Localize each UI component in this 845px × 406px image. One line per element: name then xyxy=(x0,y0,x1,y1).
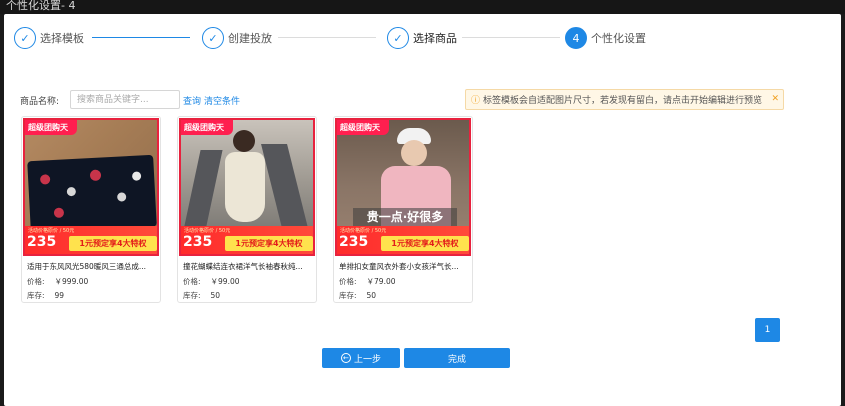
promo-price: 235 xyxy=(339,234,369,250)
product-stock: 库存: 99 xyxy=(27,291,65,300)
slogan-text: 贵一点·好很多 xyxy=(353,208,457,226)
step-create-delivery[interactable]: ✓ 创建投放 xyxy=(202,27,272,49)
check-icon: ✓ xyxy=(202,27,224,49)
clear-filter-link[interactable]: 清空条件 xyxy=(204,94,240,107)
wallet-shape xyxy=(27,154,157,234)
product-image: 超级团购天 贵一点·好很多 活动价格原价 / 50元 235 1元预定享4大特权 xyxy=(335,118,471,256)
step-label: 创建投放 xyxy=(228,32,272,45)
check-icon: ✓ xyxy=(14,27,36,49)
step-connector xyxy=(462,37,560,38)
product-stock: 库存: 50 xyxy=(339,291,377,300)
product-name-label: 商品名称: xyxy=(20,97,60,107)
promo-strip: 活动价格原价 / 50元 235 1元预定享4大特权 xyxy=(181,226,313,254)
product-title: 撞花蝴蝶结连衣裙洋气长袖春秋纯... xyxy=(183,262,303,271)
promo-tag: 1元预定享4大特权 xyxy=(69,236,157,251)
promo-badge: 超级团购天 xyxy=(181,120,233,135)
product-search-input[interactable] xyxy=(70,90,180,109)
product-stock: 库存: 50 xyxy=(183,291,221,300)
step-connector xyxy=(92,37,190,38)
product-image: 超级团购天 活动价格原价 / 50元 235 1元预定享4大特权 xyxy=(23,118,159,256)
page-number-button[interactable]: 1 xyxy=(755,318,780,342)
step-label: 选择商品 xyxy=(413,32,457,45)
product-card[interactable]: 超级团购天 贵一点·好很多 活动价格原价 / 50元 235 1元预定享4大特权… xyxy=(333,116,473,303)
promo-tag: 1元预定享4大特权 xyxy=(225,236,313,251)
step-connector xyxy=(278,37,376,38)
promo-strip: 活动价格原价 / 50元 235 1元预定享4大特权 xyxy=(337,226,469,254)
arrow-left-icon: ← xyxy=(340,353,351,363)
dress-shape xyxy=(225,152,265,222)
step-select-product[interactable]: ✓ 选择商品 xyxy=(387,27,457,49)
search-link[interactable]: 查询 xyxy=(183,94,201,107)
info-icon: ⓘ xyxy=(471,96,481,106)
step-label: 选择模板 xyxy=(40,32,84,45)
promo-price: 235 xyxy=(27,234,57,250)
promo-price: 235 xyxy=(183,234,213,250)
product-card[interactable]: 超级团购天 活动价格原价 / 50元 235 1元预定享4大特权 适用于东风风光… xyxy=(21,116,161,303)
step-number: 4 xyxy=(565,27,587,49)
close-icon[interactable]: ✕ xyxy=(771,94,779,104)
promo-strip: 活动价格原价 / 50元 235 1元预定享4大特权 xyxy=(25,226,157,254)
promo-tag: 1元预定享4大特权 xyxy=(381,236,469,251)
step-select-template[interactable]: ✓ 选择模板 xyxy=(14,27,84,49)
notice-text: 标签模板会自适配图片尺寸，若发现有留白，请点击开始编辑进行预览 xyxy=(483,96,763,106)
finish-button[interactable]: 完成 xyxy=(404,348,510,368)
check-icon: ✓ xyxy=(387,27,409,49)
notice-banner: ⓘ 标签模板会自适配图片尺寸，若发现有留白，请点击开始编辑进行预览 ✕ xyxy=(465,89,784,110)
product-title: 单排扣女童风衣外套小女孩洋气长... xyxy=(339,262,459,271)
promo-badge: 超级团购天 xyxy=(337,120,389,135)
step-personalize[interactable]: 4 个性化设置 xyxy=(565,27,646,49)
product-price: 价格: ￥99.00 xyxy=(183,277,240,286)
product-price: 价格: ￥999.00 xyxy=(27,277,89,286)
previous-step-button[interactable]: ← 上一步 xyxy=(322,348,400,368)
product-title: 适用于东风风光580暖风三通总成... xyxy=(27,262,146,271)
step-label: 个性化设置 xyxy=(591,32,646,45)
product-price: 价格: ￥79.00 xyxy=(339,277,396,286)
product-card[interactable]: 超级团购天 活动价格原价 / 50元 235 1元预定享4大特权 撞花蝴蝶结连衣… xyxy=(177,116,317,303)
product-image: 超级团购天 活动价格原价 / 50元 235 1元预定享4大特权 xyxy=(179,118,315,256)
promo-badge: 超级团购天 xyxy=(25,120,77,135)
window-title: 个性化设置- 4 xyxy=(0,0,845,14)
